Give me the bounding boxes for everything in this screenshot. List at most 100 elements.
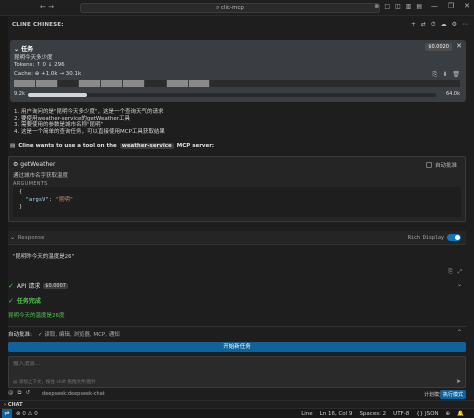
copy-icon[interactable]: ⎘ — [448, 269, 452, 276]
status-item[interactable]: Line — [301, 411, 312, 417]
layout-icons: ⊗ □ ◫ ▥ ▤ — [374, 3, 422, 10]
timeline-segment — [123, 80, 144, 87]
new-task-icon[interactable]: + — [411, 21, 416, 29]
task-complete-row: ✓ 任务完成 — [8, 296, 41, 306]
list-item: 4. 这是一个简单的查询任务，可以直接使用MCP工具获取结果 — [14, 128, 165, 135]
auto-approve-items: ✓ 读取, 编辑, 浏览器, MCP, 通知 — [38, 332, 120, 338]
chevron-up-icon[interactable]: ⌃ — [457, 329, 462, 336]
arg-value: "昆明" — [55, 196, 74, 203]
timeline-segment — [188, 80, 210, 87]
mcp-request-header: ▤ Cline wants to use a tool on the weath… — [10, 143, 215, 149]
status-bar: ⇌ ⊗ 0 ⚠ 0 Line Ln 16, Col 9 Spaces: 2 UT… — [0, 408, 474, 418]
account-icon[interactable]: ☁ — [441, 21, 447, 29]
context-window: 9.2k 64.0k — [14, 91, 460, 99]
reasoning-steps: 1. 用户询问的是"昆明今天多少度"，这是一个查询天气的请求 2. 要使用wea… — [14, 109, 454, 135]
context-progress-fill — [28, 93, 87, 97]
mention-icon[interactable]: @ — [8, 390, 14, 397]
copy-icon[interactable]: ⎘ — [433, 71, 438, 79]
indentation[interactable]: Spaces: 2 — [359, 411, 386, 417]
task-card: ⌄ 任务 $0.0020 ✕ 昆明今天多少度 Tokens: ↑ 0 ↓ 296… — [10, 40, 466, 102]
refresh-icon[interactable]: ↺ — [25, 390, 30, 397]
toggle-panel-icon[interactable]: ◫ — [395, 3, 401, 10]
timeline-segment — [144, 80, 166, 87]
response-text: "昆明昨今天的温度是26" — [12, 254, 75, 260]
timeline-empty — [210, 80, 461, 87]
panel-title: CLINE CHINESE: — [12, 22, 64, 28]
remote-indicator[interactable]: ⇌ — [2, 409, 12, 418]
delete-icon[interactable]: 🗑 — [452, 71, 460, 79]
window-controls: — ❐ ✕ — [431, 2, 470, 10]
start-new-task-button[interactable]: 开始新任务 — [8, 342, 466, 352]
status-items: Line Ln 16, Col 9 Spaces: 2 UTF-8 {} JSO… — [301, 411, 464, 417]
check-icon: ✓ — [8, 296, 14, 305]
minimize-button[interactable]: — — [431, 2, 438, 10]
toggle-sidebar-icon[interactable]: □ — [384, 3, 390, 10]
history-icon[interactable]: ⏱ — [431, 21, 436, 29]
auto-approve-bar[interactable]: 自动批准: ✓ 读取, 编辑, 浏览器, MCP, 通知 ⌃ — [8, 326, 466, 338]
input-tools: @ ⧉ ↺ — [8, 390, 30, 397]
panel-actions: + ⇄ ⏱ ☁ ⚙ ⋯ — [411, 21, 468, 29]
task-actions: ⎘ ⬇ 🗑 — [433, 71, 460, 79]
timeline-segment — [35, 80, 57, 87]
chevron-down-icon: ⌄ — [10, 234, 16, 241]
arguments-code: { "argsV": "昆明" } — [13, 187, 461, 217]
panel-header: CLINE CHINESE: + ⇄ ⏱ ☁ ⚙ ⋯ — [8, 16, 474, 34]
export-icon[interactable]: ⬇ — [442, 71, 447, 79]
chat-section[interactable]: › CHAT — [0, 400, 474, 408]
server-icon: ▤ — [10, 143, 16, 149]
language-mode[interactable]: {} JSON — [416, 411, 438, 417]
encoding[interactable]: UTF-8 — [393, 411, 409, 417]
act-mode-button[interactable]: 执行模式 — [439, 390, 466, 399]
chevron-down-icon[interactable]: ⌄ — [457, 281, 462, 288]
task-heading[interactable]: ⌄ 任务 — [14, 44, 33, 53]
cursor-position[interactable]: Ln 16, Col 9 — [320, 411, 353, 417]
timeline-segment — [166, 80, 188, 87]
feedback-icon[interactable]: ⊕ — [446, 411, 451, 417]
mcp-servers-icon[interactable]: ⇄ — [421, 21, 426, 29]
tool-auto-approve-checkbox[interactable]: 自动批准 — [425, 161, 457, 169]
model-selector[interactable]: deepseek:deepseek-chat — [42, 391, 105, 397]
expand-icon[interactable]: ⤢ — [458, 269, 462, 276]
input-toolbar: @ ⧉ ↺ deepseek:deepseek-chat 计划模式 执行模式 — [8, 390, 466, 399]
image-icon[interactable]: ⧉ — [18, 390, 22, 397]
send-icon[interactable]: ➤ — [456, 378, 461, 385]
rich-display-toggle[interactable] — [447, 234, 461, 241]
timeline-segment — [14, 80, 35, 87]
close-task-icon[interactable]: ✕ — [456, 42, 462, 50]
input-hint: @ 添加上下文，按住 shift 拖拽文件/图片 — [13, 380, 97, 385]
tool-description: 通过城市名字获取温度 — [13, 173, 69, 179]
task-name: 昆明今天多少度 — [14, 55, 53, 61]
activity-bar — [0, 16, 8, 408]
settings-gear-icon[interactable]: ⚙ — [452, 21, 457, 29]
rich-display-label: Rich Display — [407, 235, 444, 241]
toggle-secondary-sidebar-icon[interactable]: ▥ — [406, 3, 412, 10]
timeline-segment — [101, 80, 123, 87]
response-header[interactable]: ⌄ Response Rich Display — [8, 231, 466, 245]
task-result: 昆明今天的温度是26度 — [8, 313, 65, 319]
close-window-button[interactable]: ✕ — [464, 2, 470, 10]
task-timeline — [14, 80, 461, 87]
arg-key: "argsV" — [25, 196, 49, 203]
tool-name: ⚙ getWeather — [13, 161, 56, 168]
task-cost-badge: $0.0020 — [425, 43, 452, 51]
problems-indicator[interactable]: ⊗ 0 ⚠ 0 — [16, 411, 38, 417]
checkbox[interactable] — [425, 162, 432, 168]
title-bar: ← → ⌕ clic-mcp ⊗ □ ◫ ▥ ▤ — ❐ ✕ — [0, 0, 474, 16]
chat-input[interactable] — [13, 361, 453, 367]
maximize-button[interactable]: ❐ — [448, 2, 454, 10]
response-body: "昆明昨今天的温度是26" ⎘ ⤢ — [8, 245, 466, 275]
timeline-segment — [79, 80, 101, 87]
copilot-icon[interactable]: ⊗ — [374, 3, 379, 10]
token-usage: Tokens: ↑ 0 ↓ 296 — [14, 62, 65, 68]
context-progress-bar — [28, 93, 436, 97]
api-cost-badge: $0.0007 — [43, 282, 68, 289]
api-request-row[interactable]: ✓ API 请求 $0.0007 — [8, 281, 68, 290]
bell-icon[interactable]: 🔔 — [457, 411, 464, 417]
nav-arrows[interactable]: ← → — [40, 3, 54, 11]
tool-call-box: ⚙ getWeather 自动批准 通过城市名字获取温度 ARGUMENTS {… — [8, 156, 466, 222]
more-icon[interactable]: ⋯ — [462, 21, 468, 29]
timeline-segment — [57, 80, 79, 87]
command-center-search[interactable]: ⌕ clic-mcp — [80, 3, 380, 13]
customize-layout-icon[interactable]: ▤ — [416, 3, 422, 10]
response-title: Response — [18, 235, 45, 241]
